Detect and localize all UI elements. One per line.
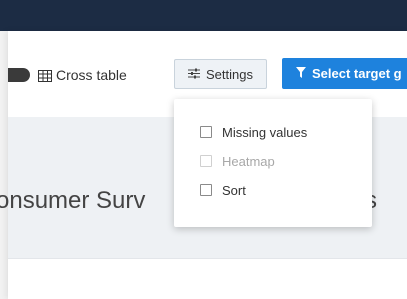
divider xyxy=(8,258,407,259)
page-title: onsumer Surv xyxy=(0,187,146,214)
select-target-button[interactable]: Select target g xyxy=(282,58,407,89)
heatmap-label: Heatmap xyxy=(222,153,275,169)
cross-table-label: Cross table xyxy=(56,67,127,83)
missing-values-label: Missing values xyxy=(222,124,308,140)
toggle-switch-icon[interactable] xyxy=(8,68,30,82)
settings-button[interactable]: Settings xyxy=(174,59,267,89)
settings-dropdown: Missing values Heatmap Sort xyxy=(174,99,372,227)
grid-table-icon xyxy=(38,69,52,82)
heatmap-option: Heatmap xyxy=(200,152,275,170)
select-target-label: Select target g xyxy=(312,66,402,81)
sliders-icon xyxy=(188,67,200,82)
cross-table-button[interactable]: Cross table xyxy=(38,66,127,84)
top-navigation-bar xyxy=(0,0,407,31)
sort-label: Sort xyxy=(222,182,246,198)
missing-values-option[interactable]: Missing values xyxy=(200,123,307,141)
heatmap-checkbox xyxy=(200,155,212,167)
filter-icon xyxy=(296,66,306,81)
sort-option[interactable]: Sort xyxy=(200,181,246,199)
settings-label: Settings xyxy=(206,66,253,82)
missing-values-checkbox[interactable] xyxy=(200,126,212,138)
sort-checkbox[interactable] xyxy=(200,184,212,196)
